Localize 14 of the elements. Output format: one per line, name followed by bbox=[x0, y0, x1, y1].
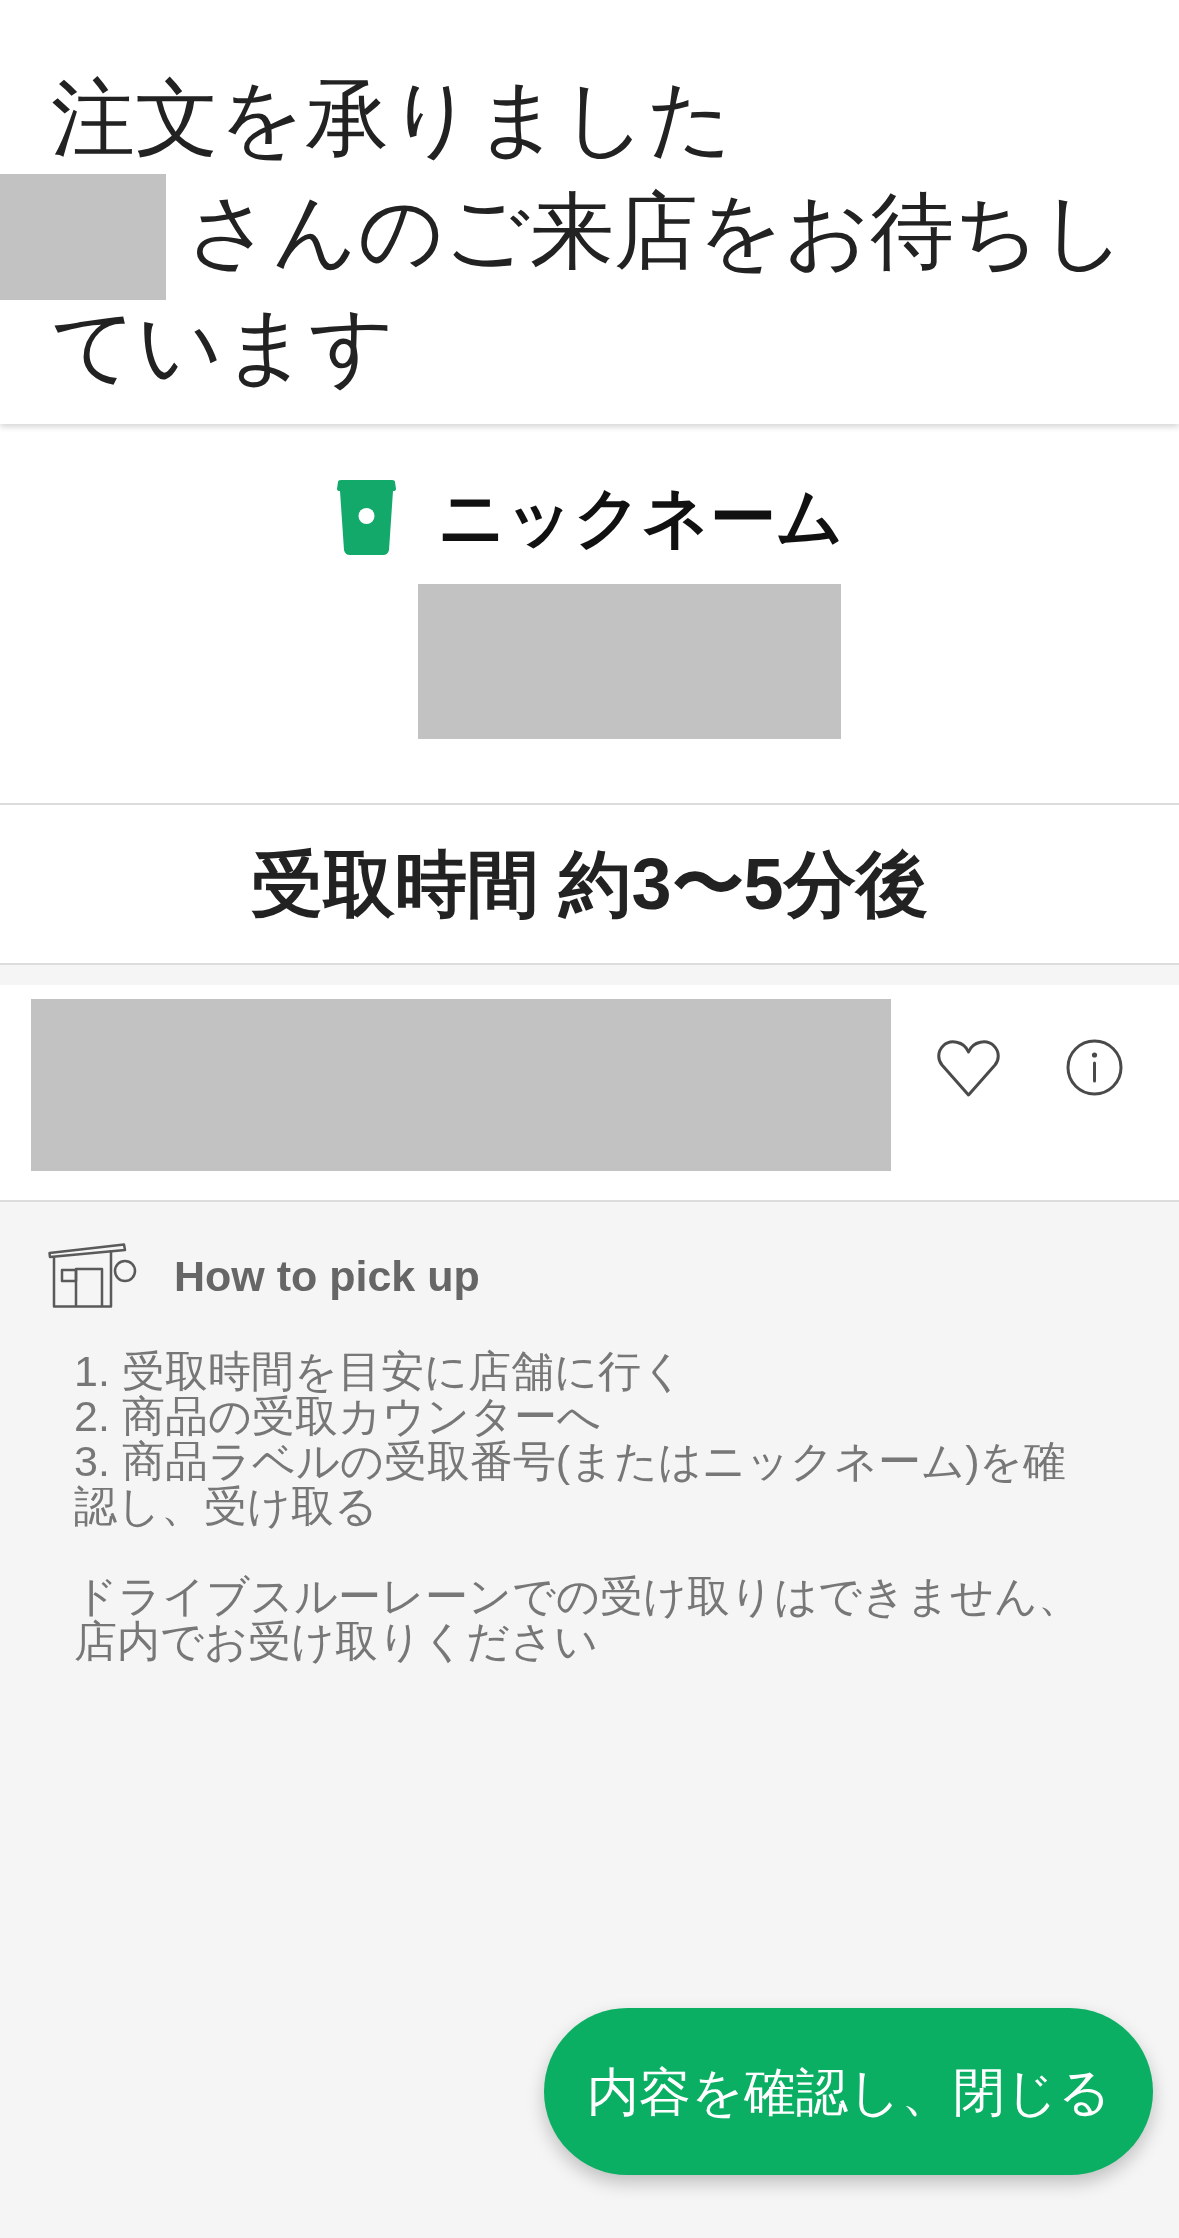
heart-icon[interactable] bbox=[937, 1040, 1000, 1097]
store-icon bbox=[48, 1243, 137, 1308]
nickname-label: ニックネーム bbox=[438, 480, 844, 555]
pickup-step: 2. 商品の受取カウンターへ bbox=[74, 1394, 1098, 1439]
pickup-step: 1. 受取時間を目安に店舗に行く bbox=[74, 1349, 1098, 1394]
pickup-time: 受取時間 約3〜5分後 bbox=[251, 844, 928, 924]
pickup-note: ドライブスルーレーンでの受け取りはできません、店内でお受け取りください bbox=[74, 1574, 1082, 1664]
greeting-text: さんのご来店をお待ちしています bbox=[0, 174, 1179, 404]
order-confirmed-title: 注文を承りました bbox=[50, 70, 734, 167]
confirm-close-button[interactable]: 内容を確認し、閉じる bbox=[544, 2008, 1153, 2175]
cup-icon bbox=[335, 480, 398, 555]
how-to-heading: How to pick up bbox=[174, 1250, 480, 1302]
pickup-step: 3. 商品ラベルの受取番号(またはニックネーム)を確認し、受け取る bbox=[74, 1439, 1098, 1529]
info-icon[interactable] bbox=[1066, 1039, 1123, 1096]
